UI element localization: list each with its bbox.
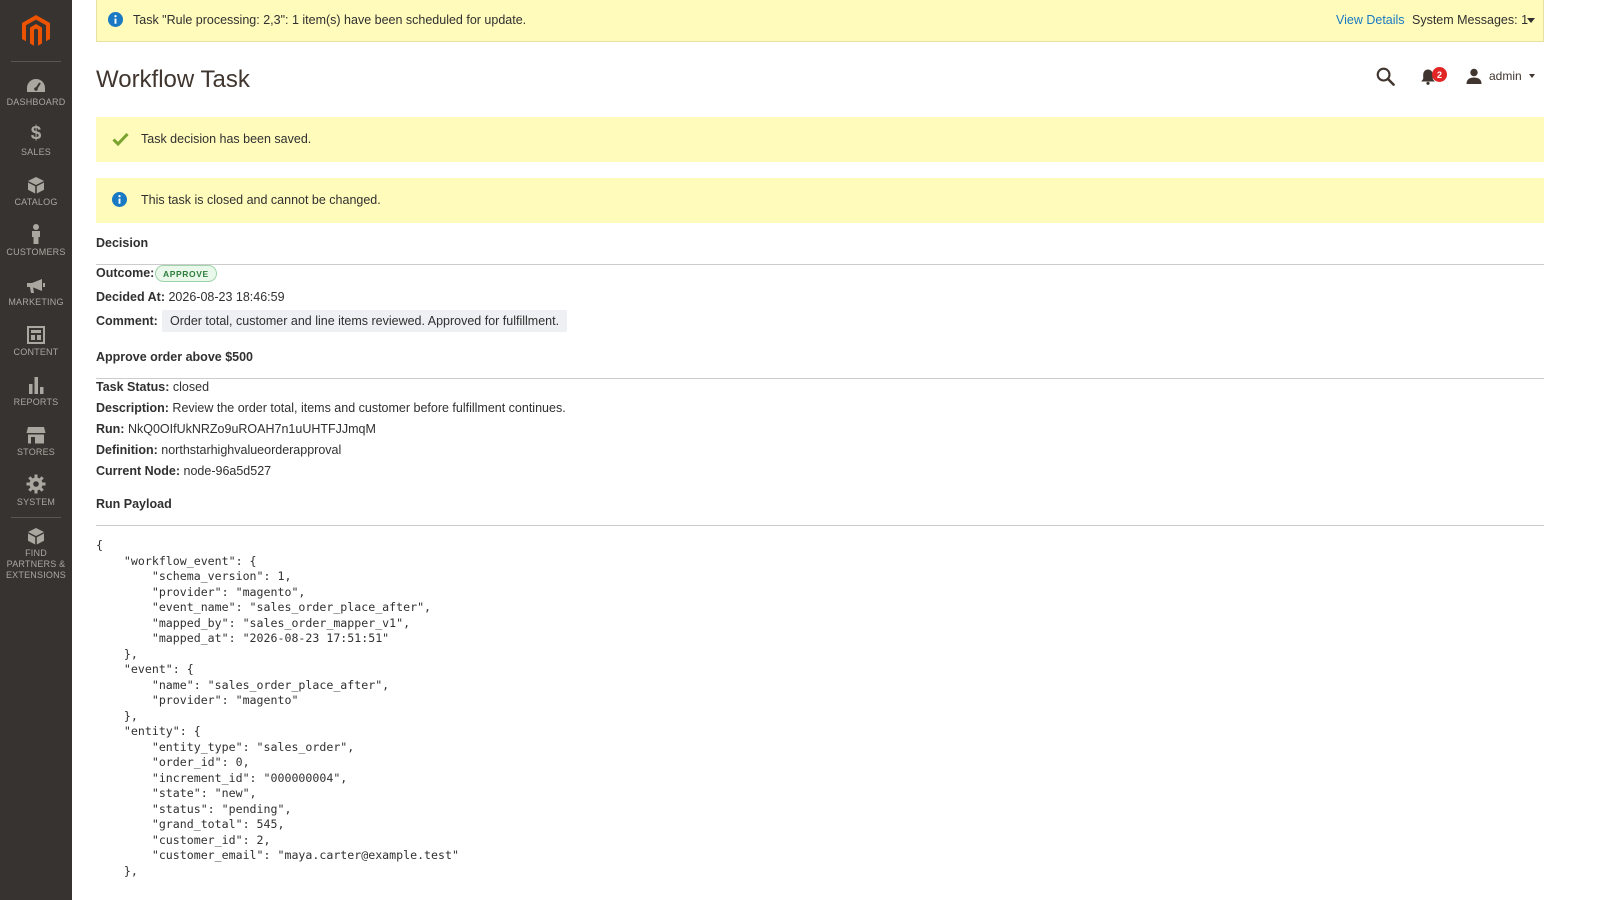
system-messages-toggle[interactable]: System Messages: 1: [1412, 13, 1528, 27]
run-payload-section-title: Run Payload: [96, 497, 172, 511]
task-status-value: closed: [172, 380, 210, 394]
extensions-box-icon: [28, 528, 44, 545]
magento-logo-icon: [22, 15, 50, 46]
current-node-field: Current Node: node-96a5d527: [96, 464, 271, 478]
layout-icon: [27, 326, 45, 344]
outcome-status-badge: APPROVE: [155, 265, 217, 282]
info-message: This task is closed and cannot be change…: [96, 178, 1544, 223]
success-message: Task decision has been saved.: [96, 117, 1544, 162]
user-icon: [1466, 68, 1482, 84]
sidebar-item-label: REPORTS: [13, 397, 59, 407]
comment-label: Comment:: [96, 314, 158, 328]
page-title: Workflow Task: [96, 66, 250, 93]
outcome-label: Outcome:: [96, 266, 155, 280]
decided-at-label: Decided At:: [96, 290, 165, 304]
sidebar-item-stores[interactable]: STORES: [0, 422, 72, 472]
notification-count-badge[interactable]: 2: [1432, 67, 1447, 82]
dollar-icon: $: [30, 123, 42, 144]
run-field: Run: NkQ0OIfUkNRZo9uROAH7n1uUHTFJJmqM: [96, 422, 376, 436]
section-divider: [96, 525, 1544, 526]
person-icon: [32, 224, 40, 244]
sidebar-item-find-partners[interactable]: FIND PARTNERS & EXTENSIONS: [0, 527, 72, 580]
definition-value: northstarhighvalueorderapproval: [161, 443, 342, 457]
sidebar-item-dashboard[interactable]: DASHBOARD: [0, 72, 72, 122]
description-value: Review the order total, items and custom…: [172, 401, 566, 415]
outcome-field: Outcome:: [96, 266, 154, 280]
storefront-icon: [26, 427, 46, 444]
section-divider: [96, 378, 1544, 379]
sidebar-item-label: SALES: [20, 147, 52, 157]
sidebar-item-reports[interactable]: REPORTS: [0, 372, 72, 422]
sidebar-divider: [11, 517, 61, 518]
run-payload-json: { "workflow_event": { "schema_version": …: [96, 538, 459, 878]
sidebar-item-label: STORES: [16, 447, 56, 457]
current-node-label: Current Node:: [96, 464, 181, 478]
system-message-bar: Task "Rule processing: 2,3": 1 item(s) h…: [96, 0, 1544, 42]
megaphone-icon: [27, 279, 45, 293]
info-icon: [108, 12, 123, 30]
success-message-text: Task decision has been saved.: [141, 132, 312, 146]
sidebar-item-label: MARKETING: [8, 297, 64, 307]
box-icon: [28, 177, 44, 194]
sidebar-item-label: CUSTOMERS: [6, 247, 66, 257]
definition-field: Definition: northstarhighvalueorderappro…: [96, 443, 341, 457]
gear-icon: [26, 474, 46, 494]
bar-chart-icon: [29, 377, 44, 394]
current-node-value: node-96a5d527: [183, 464, 272, 478]
sidebar-item-label: SYSTEM: [16, 497, 56, 507]
admin-user-menu[interactable]: admin: [1466, 68, 1535, 84]
run-value: NkQ0OIfUkNRZo9uROAH7n1uUHTFJJmqM: [127, 422, 376, 436]
decided-at-field: Decided At: 2026-08-23 18:46:59: [96, 290, 285, 304]
sidebar-item-customers[interactable]: CUSTOMERS: [0, 222, 72, 272]
sidebar-item-content[interactable]: CONTENT: [0, 322, 72, 372]
sidebar-item-label: DASHBOARD: [6, 97, 66, 107]
view-details-link[interactable]: View Details: [1336, 13, 1405, 27]
task-status-label: Task Status:: [96, 380, 170, 394]
run-label: Run:: [96, 422, 125, 436]
description-field: Description: Review the order total, ite…: [96, 401, 566, 415]
definition-label: Definition:: [96, 443, 158, 457]
decided-at-value: 2026-08-23 18:46:59: [168, 290, 285, 304]
sidebar-item-system[interactable]: SYSTEM: [0, 472, 72, 522]
sidebar-divider: [11, 61, 61, 62]
admin-sidebar: DASHBOARD $ SALES CATALOG CUSTOMERS MARK…: [0, 0, 72, 900]
decision-section-title: Decision: [96, 236, 149, 250]
chevron-down-icon[interactable]: [1527, 18, 1535, 23]
magento-logo[interactable]: [0, 0, 72, 62]
search-icon[interactable]: [1376, 67, 1395, 89]
section-divider: [96, 264, 1544, 265]
sidebar-item-sales[interactable]: $ SALES: [0, 122, 72, 172]
comment-value: Order total, customer and line items rev…: [162, 310, 568, 332]
task-status-field: Task Status: closed: [96, 380, 209, 394]
chevron-down-icon: [1528, 74, 1535, 78]
sidebar-item-marketing[interactable]: MARKETING: [0, 272, 72, 322]
sidebar-item-label: CONTENT: [13, 347, 59, 357]
sidebar-item-label: FIND PARTNERS & EXTENSIONS: [5, 548, 66, 580]
admin-user-name: admin: [1489, 69, 1522, 83]
task-section-title: Approve order above $500: [96, 350, 254, 364]
checkmark-icon: [112, 132, 129, 149]
description-label: Description:: [96, 401, 169, 415]
sidebar-item-label: CATALOG: [14, 197, 58, 207]
sidebar-item-catalog[interactable]: CATALOG: [0, 172, 72, 222]
comment-field: Comment:: [96, 314, 158, 328]
dashboard-icon: [27, 79, 45, 92]
info-message-text: This task is closed and cannot be change…: [141, 193, 381, 207]
info-icon: [112, 192, 127, 210]
system-message-text: Task "Rule processing: 2,3": 1 item(s) h…: [133, 13, 527, 27]
